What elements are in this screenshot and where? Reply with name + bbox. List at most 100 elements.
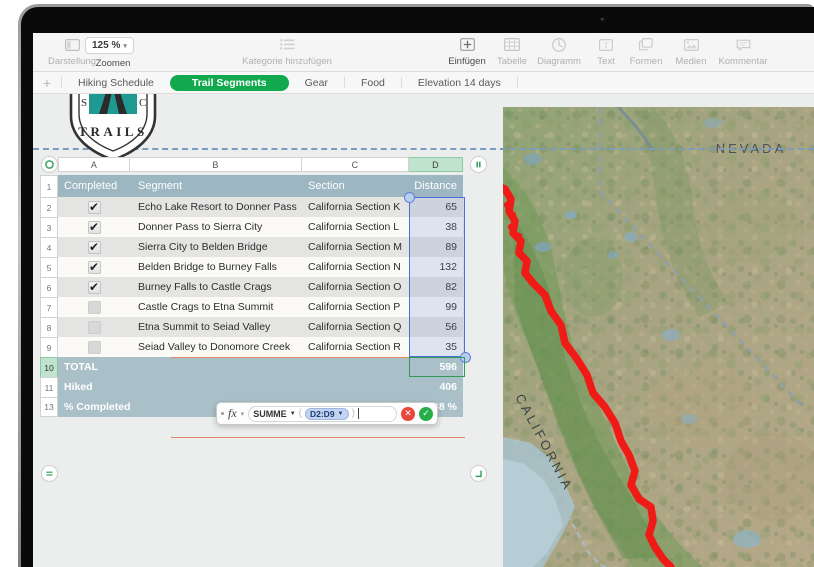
zoom-dropdown[interactable]: 125 % ▾ <box>85 37 134 54</box>
cell-segment[interactable]: Donner Pass to Sierra City <box>130 217 302 237</box>
cell-distance[interactable]: 82 <box>409 277 463 297</box>
checkbox-unchecked[interactable] <box>87 320 101 334</box>
tab-trail-segments[interactable]: Trail Segments <box>169 74 289 91</box>
cell-completed[interactable]: ✔ <box>58 237 130 257</box>
table-row[interactable]: ✔ Donner Pass to Sierra City California … <box>58 217 463 237</box>
tab-gear[interactable]: Gear <box>289 75 344 91</box>
row-header-4[interactable]: 4 <box>40 237 58 257</box>
formula-function-token[interactable]: SUMME ▼ <box>253 409 295 419</box>
cell-completed[interactable]: ✔ <box>58 257 130 277</box>
table-row[interactable]: ✔ Belden Bridge to Burney Falls Californ… <box>58 257 463 277</box>
cell-distance[interactable]: 35 <box>409 337 463 357</box>
summary-value-hiked[interactable]: 406 <box>409 377 463 397</box>
summary-value-total[interactable]: 596 <box>409 357 463 377</box>
table-row-add-handle[interactable] <box>41 465 58 482</box>
selection-handle-bottom[interactable] <box>460 352 471 363</box>
cell-distance[interactable]: 99 <box>409 297 463 317</box>
trails-logo[interactable]: S C TRAILS <box>57 94 169 162</box>
row-header-7[interactable]: 7 <box>40 297 58 317</box>
toolbar-button-comment[interactable]: Kommentar <box>703 36 783 67</box>
cell-section[interactable]: California Section K <box>302 197 409 217</box>
table-column-resize-handle[interactable] <box>470 156 487 173</box>
column-header-d[interactable]: D <box>409 157 463 172</box>
cell-distance[interactable]: 65 <box>409 197 463 217</box>
row-header-11[interactable]: 11 <box>40 377 58 397</box>
column-header-a[interactable]: A <box>58 157 130 172</box>
formula-accept-button[interactable]: ✓ <box>419 406 433 421</box>
row-header-6[interactable]: 6 <box>40 277 58 297</box>
table-row[interactable]: Etna Summit to Seiad Valley California S… <box>58 317 463 337</box>
cell-segment[interactable]: Belden Bridge to Burney Falls <box>130 257 302 277</box>
insert-icon <box>459 36 475 53</box>
checkbox-unchecked[interactable] <box>87 300 101 314</box>
row-header-10[interactable]: 10 <box>40 357 58 377</box>
cell-segment[interactable]: Burney Falls to Castle Crags <box>130 277 302 297</box>
table-select-all-handle[interactable] <box>41 156 58 173</box>
checkbox-checked[interactable]: ✔ <box>87 220 101 234</box>
map-image[interactable]: NEVADA CALIFORNIA <box>503 107 814 567</box>
chevron-down-icon[interactable]: ▾ <box>241 410 245 418</box>
cell-section[interactable]: California Section L <box>302 217 409 237</box>
table-row[interactable]: ✔ Echo Lake Resort to Donner Pass Califo… <box>58 197 463 217</box>
cell-completed[interactable] <box>58 297 130 317</box>
cell-section[interactable]: California Section M <box>302 237 409 257</box>
cell-section[interactable]: California Section P <box>302 297 409 317</box>
table-resize-corner-handle[interactable] <box>470 465 487 482</box>
checkbox-checked[interactable]: ✔ <box>87 200 101 214</box>
checkbox-unchecked[interactable] <box>87 340 101 354</box>
cell-segment[interactable]: Echo Lake Resort to Donner Pass <box>130 197 302 217</box>
cell-distance[interactable]: 89 <box>409 237 463 257</box>
sheet-tab-bar: + Hiking Schedule Trail Segments Gear Fo… <box>33 72 814 94</box>
function-icon[interactable]: fx <box>228 406 237 421</box>
cell-section[interactable]: California Section O <box>302 277 409 297</box>
toolbar-label-table: Tabelle <box>496 56 528 67</box>
row-header-9[interactable]: 9 <box>40 337 58 357</box>
row-header-8[interactable]: 8 <box>40 317 58 337</box>
checkbox-checked[interactable]: ✔ <box>87 260 101 274</box>
cell-completed[interactable] <box>58 317 130 337</box>
cell-distance[interactable]: 38 <box>409 217 463 237</box>
row-header-5[interactable]: 5 <box>40 257 58 277</box>
checkbox-checked[interactable]: ✔ <box>87 240 101 254</box>
table-row[interactable]: Seiad Valley to Donomore Creek Californi… <box>58 337 463 357</box>
row-header-2[interactable]: 2 <box>40 197 58 217</box>
cell-completed[interactable]: ✔ <box>58 217 130 237</box>
cell-completed[interactable]: ✔ <box>58 277 130 297</box>
cell-segment[interactable]: Etna Summit to Seiad Valley <box>130 317 302 337</box>
tab-hiking-schedule[interactable]: Hiking Schedule <box>62 75 170 91</box>
cell-segment[interactable]: Sierra City to Belden Bridge <box>130 237 302 257</box>
cell-completed[interactable]: ✔ <box>58 197 130 217</box>
selection-handle-top[interactable] <box>404 192 415 203</box>
toolbar-button-add-category[interactable]: Kategorie hinzufügen <box>227 36 347 67</box>
summary-row-hiked[interactable]: Hiked 406 <box>58 377 463 397</box>
chevron-down-icon: ▾ <box>123 42 127 50</box>
comment-icon <box>736 36 751 53</box>
row-header-13[interactable]: 13 <box>40 397 58 417</box>
row-header-3[interactable]: 3 <box>40 217 58 237</box>
table-row[interactable]: ✔ Sierra City to Belden Bridge Californi… <box>58 237 463 257</box>
tab-elevation-14-days[interactable]: Elevation 14 days <box>402 75 517 91</box>
cell-segment[interactable]: Seiad Valley to Donomore Creek <box>130 337 302 357</box>
formula-input[interactable]: SUMME ▼ ( D2:D9 ▼ ) <box>248 405 397 422</box>
cell-section[interactable]: California Section N <box>302 257 409 277</box>
numbers-app-window: Darstellung 125 % ▾ Zoomen Kategorie hin… <box>33 33 814 567</box>
table-row[interactable]: Castle Crags to Etna Summit California S… <box>58 297 463 317</box>
column-header-c[interactable]: C <box>302 157 409 172</box>
formula-range-token[interactable]: D2:D9 ▼ <box>304 407 349 420</box>
tab-food[interactable]: Food <box>345 75 401 91</box>
list-icon <box>279 36 295 53</box>
cell-distance[interactable]: 56 <box>409 317 463 337</box>
cell-distance[interactable]: 132 <box>409 257 463 277</box>
cell-segment[interactable]: Castle Crags to Etna Summit <box>130 297 302 317</box>
cell-completed[interactable] <box>58 337 130 357</box>
column-header-b[interactable]: B <box>130 157 302 172</box>
formula-editor[interactable]: fx ▾ SUMME ▼ ( D2:D9 ▼ ) ✕ ✓ <box>216 402 438 425</box>
row-header-1[interactable]: 1 <box>40 175 58 197</box>
checkbox-checked[interactable]: ✔ <box>87 280 101 294</box>
cell-section[interactable]: California Section Q <box>302 317 409 337</box>
cell-section[interactable]: California Section R <box>302 337 409 357</box>
add-sheet-button[interactable]: + <box>33 75 61 91</box>
summary-row-total[interactable]: TOTAL 596 <box>58 357 463 377</box>
table-row[interactable]: ✔ Burney Falls to Castle Crags Californi… <box>58 277 463 297</box>
formula-cancel-button[interactable]: ✕ <box>401 406 415 421</box>
